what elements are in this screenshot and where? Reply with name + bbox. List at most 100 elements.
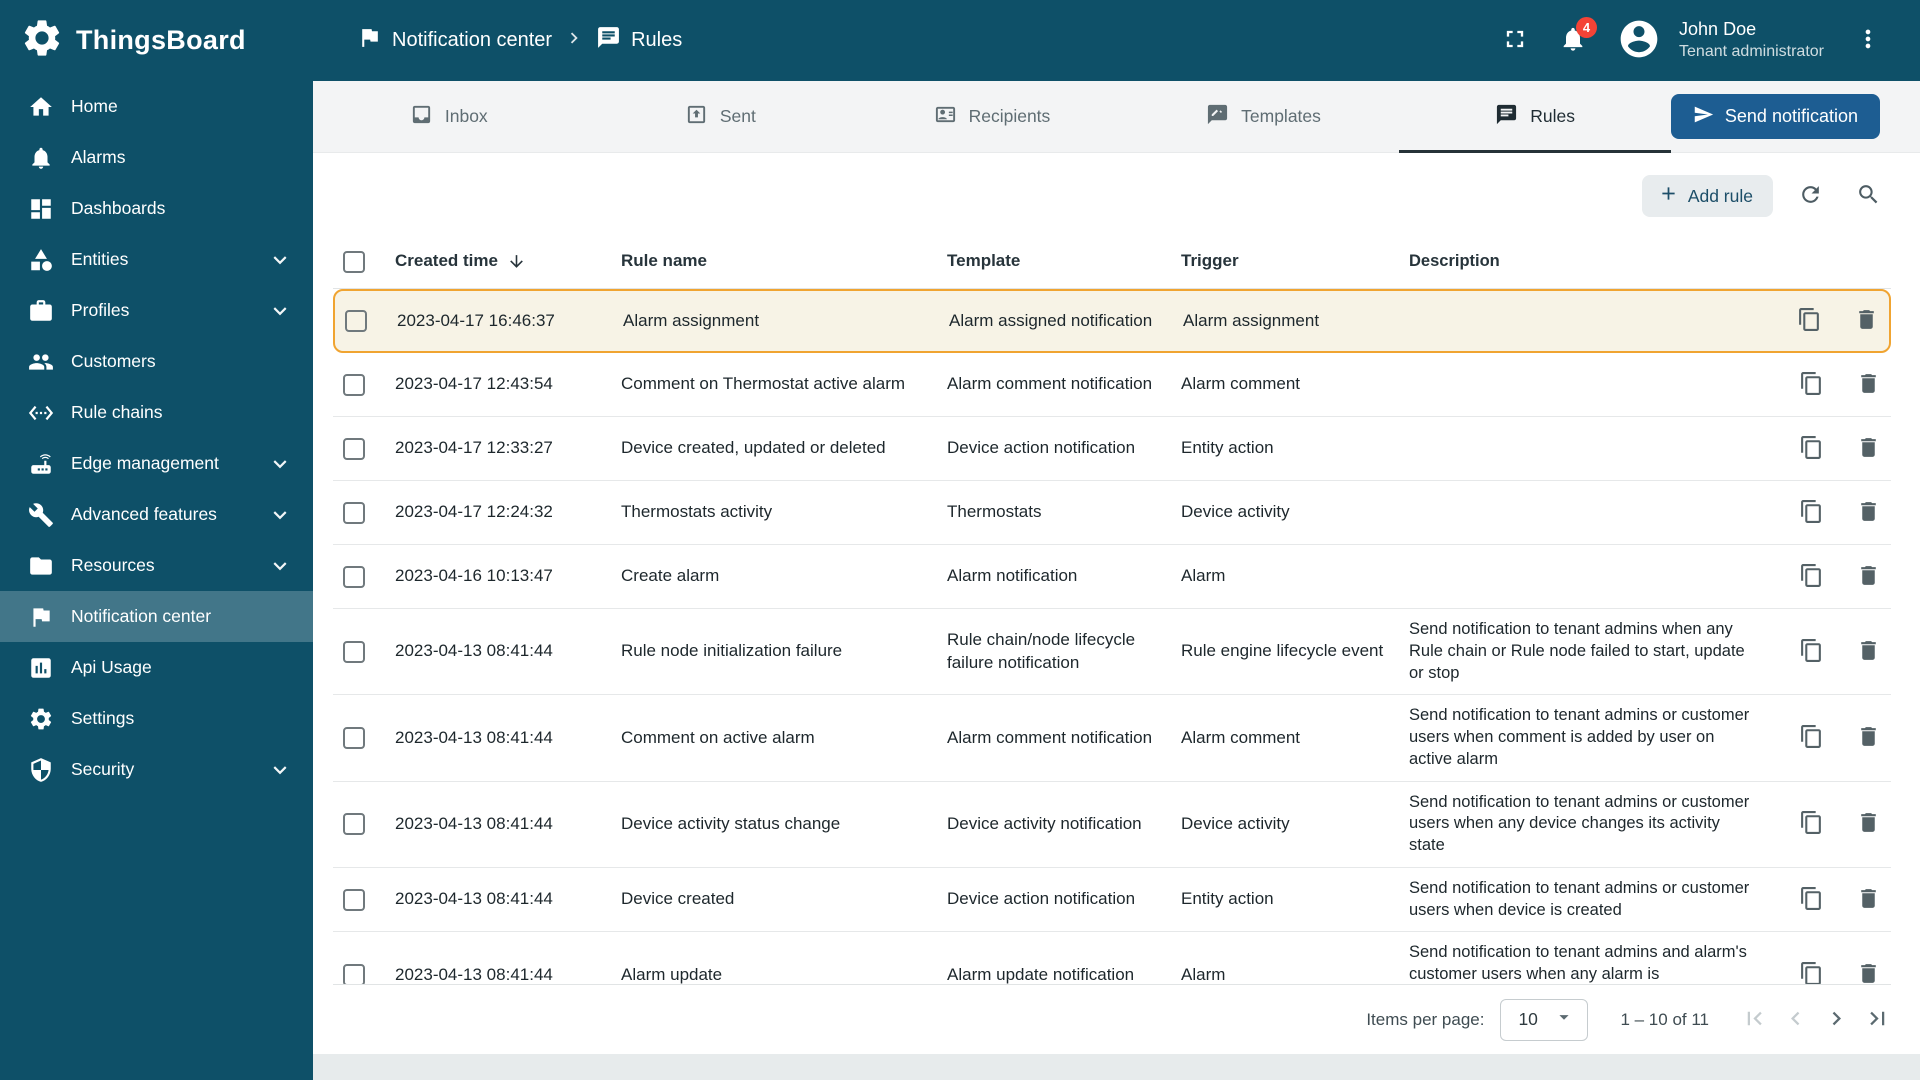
- tab-sent[interactable]: Sent: [585, 81, 857, 152]
- user-avatar-button[interactable]: [1617, 17, 1661, 64]
- tab-label: Inbox: [444, 106, 488, 126]
- column-header-created-time[interactable]: Created time: [395, 240, 621, 282]
- sidebar-item-home[interactable]: Home: [0, 81, 313, 132]
- more-options-button[interactable]: [1854, 25, 1882, 56]
- delete-rule-button[interactable]: [1856, 724, 1881, 752]
- copy-rule-button[interactable]: [1799, 886, 1824, 914]
- chevron-down-icon: [267, 502, 293, 528]
- copy-icon: [1799, 961, 1824, 984]
- sidebar-item-notification-center[interactable]: Notification center: [0, 591, 313, 642]
- row-checkbox[interactable]: [343, 501, 365, 524]
- row-checkbox[interactable]: [343, 726, 365, 749]
- table-row[interactable]: 2023-04-13 08:41:44 Rule node initializa…: [333, 609, 1891, 696]
- table-row[interactable]: 2023-04-13 08:41:44 Comment on active al…: [333, 695, 1891, 782]
- cell-trigger: Entity action: [1181, 438, 1274, 458]
- sent-icon: [685, 103, 708, 131]
- copy-rule-button[interactable]: [1799, 563, 1824, 591]
- table-row[interactable]: 2023-04-13 08:41:44 Device created Devic…: [333, 868, 1891, 933]
- sidebar-item-entities[interactable]: Entities: [0, 234, 313, 285]
- copy-rule-button[interactable]: [1799, 435, 1824, 463]
- row-checkbox[interactable]: [345, 310, 367, 332]
- row-checkbox[interactable]: [343, 565, 365, 588]
- recipients-icon: [934, 103, 957, 131]
- row-checkbox[interactable]: [343, 964, 365, 984]
- add-rule-button[interactable]: Add rule: [1641, 175, 1773, 217]
- cell-created-time: 2023-04-13 08:41:44: [395, 641, 553, 661]
- app-logo[interactable]: ThingsBoard: [0, 0, 313, 81]
- chevron-left-icon: [1782, 1005, 1809, 1035]
- delete-rule-button[interactable]: [1854, 307, 1879, 335]
- sidebar-item-security[interactable]: Security: [0, 744, 313, 795]
- table-row[interactable]: 2023-04-16 10:13:47 Create alarm Alarm n…: [333, 545, 1891, 609]
- last-page-button[interactable]: [1864, 1005, 1891, 1035]
- delete-rule-button[interactable]: [1856, 810, 1881, 838]
- tab-templates[interactable]: Templates: [1128, 81, 1400, 152]
- column-header-trigger[interactable]: Trigger: [1181, 240, 1409, 282]
- sidebar-item-resources[interactable]: Resources: [0, 540, 313, 591]
- cell-rule-name: Create alarm: [621, 566, 720, 586]
- delete-rule-button[interactable]: [1856, 563, 1881, 591]
- sidebar-item-profiles[interactable]: Profiles: [0, 285, 313, 336]
- copy-rule-button[interactable]: [1799, 638, 1824, 666]
- sidebar-item-rule-chains[interactable]: Rule chains: [0, 387, 313, 438]
- table-row[interactable]: 2023-04-17 12:33:27 Device created, upda…: [333, 417, 1891, 481]
- row-checkbox[interactable]: [343, 373, 365, 396]
- delete-rule-button[interactable]: [1856, 886, 1881, 914]
- copy-rule-button[interactable]: [1799, 371, 1824, 399]
- delete-rule-button[interactable]: [1856, 499, 1881, 527]
- next-page-button[interactable]: [1823, 1005, 1850, 1035]
- tab-label: Rules: [1530, 106, 1575, 126]
- delete-rule-button[interactable]: [1856, 638, 1881, 666]
- copy-rule-button[interactable]: [1799, 724, 1824, 752]
- sidebar-item-edge-management[interactable]: Edge management: [0, 438, 313, 489]
- column-header-label: Trigger: [1181, 251, 1239, 271]
- sidebar-item-settings[interactable]: Settings: [0, 693, 313, 744]
- copy-rule-button[interactable]: [1799, 961, 1824, 984]
- copy-icon: [1799, 638, 1824, 666]
- cell-created-time: 2023-04-16 10:13:47: [395, 566, 553, 586]
- refresh-button[interactable]: [1789, 175, 1831, 217]
- column-header-rule-name[interactable]: Rule name: [621, 240, 947, 282]
- table-row[interactable]: 2023-04-13 08:41:44 Device activity stat…: [333, 782, 1891, 868]
- notifications-button[interactable]: 4: [1559, 17, 1598, 56]
- copy-icon: [1799, 563, 1824, 591]
- sidebar-item-customers[interactable]: Customers: [0, 336, 313, 387]
- tab-rules[interactable]: Rules: [1399, 81, 1671, 153]
- cell-rule-name: Device created: [621, 889, 735, 909]
- table-row[interactable]: 2023-04-17 16:46:37 Alarm assignment Ala…: [333, 289, 1891, 353]
- column-header-template[interactable]: Template: [947, 240, 1181, 282]
- table-row[interactable]: 2023-04-13 08:41:44 Alarm update Alarm u…: [333, 932, 1891, 984]
- sidebar-item-label: Edge management: [71, 453, 219, 473]
- copy-rule-button[interactable]: [1799, 499, 1824, 527]
- sidebar-item-alarms[interactable]: Alarms: [0, 132, 313, 183]
- items-per-page-select[interactable]: 10: [1500, 998, 1589, 1041]
- thingsboard-logo-icon: [20, 16, 64, 65]
- sidebar-item-dashboards[interactable]: Dashboards: [0, 183, 313, 234]
- table-row[interactable]: 2023-04-17 12:24:32 Thermostats activity…: [333, 481, 1891, 545]
- cell-trigger: Alarm comment: [1181, 374, 1301, 394]
- delete-rule-button[interactable]: [1856, 961, 1881, 984]
- delete-rule-button[interactable]: [1856, 435, 1881, 463]
- delete-rule-button[interactable]: [1856, 371, 1881, 399]
- send-notification-button[interactable]: Send notification: [1670, 94, 1880, 139]
- copy-rule-button[interactable]: [1799, 810, 1824, 838]
- copy-rule-button[interactable]: [1797, 307, 1822, 335]
- table-row[interactable]: 2023-04-17 12:43:54 Comment on Thermosta…: [333, 353, 1891, 417]
- row-checkbox[interactable]: [343, 888, 365, 911]
- row-checkbox[interactable]: [343, 813, 365, 836]
- tab-inbox[interactable]: Inbox: [313, 81, 585, 152]
- tab-recipients[interactable]: Recipients: [856, 81, 1128, 152]
- sidebar-item-label: Entities: [71, 249, 129, 269]
- settings-icon: [28, 706, 54, 732]
- fullscreen-button[interactable]: [1501, 25, 1529, 56]
- select-all-checkbox[interactable]: [343, 250, 365, 273]
- row-checkbox[interactable]: [343, 437, 365, 460]
- column-header-label: Rule name: [621, 251, 707, 271]
- breadcrumb-notification-center[interactable]: Notification center: [357, 25, 552, 56]
- search-button[interactable]: [1847, 175, 1889, 217]
- breadcrumb-rules[interactable]: Rules: [596, 25, 682, 56]
- sidebar-item-api-usage[interactable]: Api Usage: [0, 642, 313, 693]
- cell-trigger: Device activity: [1181, 814, 1290, 834]
- row-checkbox[interactable]: [343, 640, 365, 663]
- sidebar-item-advanced-features[interactable]: Advanced features: [0, 489, 313, 540]
